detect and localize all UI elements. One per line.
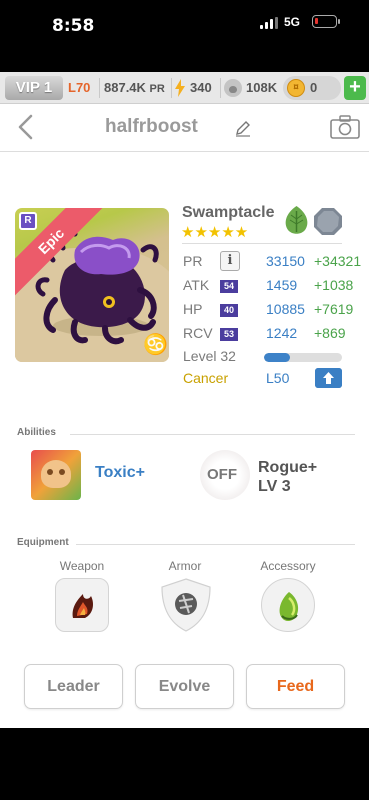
rarity-badge: R (19, 212, 37, 230)
pet-portrait[interactable]: Epic R ♋ (15, 208, 169, 362)
player-name: halfrboost (105, 116, 198, 137)
stat-row-rcv: RCV 53 1242 +869 (183, 325, 363, 345)
ability-off-label: OFF (207, 466, 237, 483)
max-level-label: L50 (266, 370, 290, 386)
stat-label: ATK (183, 277, 210, 293)
stat-row-atk: ATK 54 1459 +1038 (183, 277, 363, 297)
armor-label: Armor (168, 559, 202, 573)
divider (70, 434, 355, 435)
xp-progress-fill (264, 353, 290, 362)
stat-bonus: +34321 (314, 253, 362, 269)
gold-value: 887.4K (104, 80, 146, 95)
zodiac-label: Cancer (183, 370, 229, 386)
top-header: halfrboost (0, 104, 369, 152)
toxic-ability-icon[interactable] (31, 450, 81, 500)
stat-bonus: +1038 (314, 277, 354, 293)
stat-value: 1242 (266, 325, 298, 341)
stat-rank-badge: 54 (220, 280, 238, 293)
gold-unit: PR (149, 83, 165, 95)
stat-row-hp: HP 40 10885 +7619 (183, 301, 363, 321)
green-gem-icon (279, 592, 299, 621)
zodiac-row: Cancer L50 (183, 368, 363, 390)
stat-value: 33150 (266, 253, 305, 269)
ability-name[interactable]: Rogue+ LV 3 (258, 458, 317, 496)
edit-pencil-icon[interactable] (234, 119, 252, 137)
add-coins-button[interactable]: + (344, 76, 366, 100)
stat-label: HP (183, 301, 203, 317)
leaf-icon[interactable] (283, 205, 310, 235)
player-level: L70 (68, 80, 91, 95)
pet-species-name: Swamptacle (182, 204, 275, 221)
rogue-ability-icon[interactable]: OFF (200, 450, 250, 500)
back-chevron-icon[interactable] (14, 114, 40, 140)
divider (99, 78, 100, 98)
stat-row-pr: PR i 33150 +34321 (183, 251, 363, 273)
xp-progress-bar (264, 353, 342, 362)
ability-name-text: Rogue+ (258, 459, 318, 476)
paw-icon (224, 79, 242, 97)
stat-rank-badge: 53 (220, 328, 238, 341)
divider (182, 243, 342, 244)
equipment-section-title: Equipment (17, 537, 69, 548)
evolve-button[interactable]: Evolve (135, 664, 234, 709)
energy-amount: 340 (190, 80, 212, 95)
leader-button[interactable]: Leader (24, 664, 123, 709)
ability-level: LV 3 (258, 478, 291, 495)
network-label: 5G (284, 15, 301, 29)
status-bar: 8:58 5G (0, 0, 369, 72)
divider (76, 544, 355, 545)
weapon-slot[interactable] (55, 578, 109, 632)
divider (171, 78, 172, 98)
bottom-safe-area (0, 728, 369, 800)
clock: 8:58 (52, 16, 95, 36)
accessory-label: Accessory (260, 559, 316, 573)
weapon-label: Weapon (59, 559, 105, 573)
zodiac-cancer-icon: ♋ (143, 334, 168, 356)
pet-detail-screen: VIP 1 L70 887.4K PR 340 108K ¤ 0 + halfr… (0, 72, 369, 728)
level-label: Level 32 (183, 348, 236, 364)
signal-icon (260, 17, 278, 29)
stat-rank-badge: 40 (220, 304, 238, 317)
battery-icon (312, 15, 340, 28)
divider (220, 78, 221, 98)
energy-bolt-icon (175, 79, 185, 97)
accessory-slot[interactable] (261, 578, 315, 632)
stat-value: 1459 (266, 277, 298, 293)
stat-value: 10885 (266, 301, 305, 317)
rock-icon[interactable] (313, 206, 343, 236)
coin-amount: 0 (310, 80, 318, 95)
pet-count: 108K (246, 80, 278, 95)
abilities-section-title: Abilities (17, 427, 56, 438)
stat-label: PR (183, 253, 203, 269)
feed-button[interactable]: Feed (246, 664, 345, 709)
vip-badge[interactable]: VIP 1 (5, 76, 63, 100)
level-up-arrow-icon[interactable] (315, 368, 342, 388)
flame-claw-icon (72, 594, 93, 618)
info-icon[interactable]: i (220, 251, 240, 271)
resource-bar: VIP 1 L70 887.4K PR 340 108K ¤ 0 + (0, 72, 369, 104)
stat-label: RCV (183, 325, 213, 341)
camera-icon[interactable] (330, 115, 360, 139)
gold-amount: 887.4K PR (104, 76, 165, 100)
stat-bonus: +7619 (314, 301, 354, 317)
armor-slot[interactable] (158, 577, 214, 633)
coin-icon: ¤ (287, 79, 305, 97)
stat-bonus: +869 (314, 325, 346, 341)
ability-name[interactable]: Toxic+ (95, 464, 145, 482)
star-rating: ★★★★★ (181, 224, 249, 241)
level-row: Level 32 (183, 348, 363, 368)
